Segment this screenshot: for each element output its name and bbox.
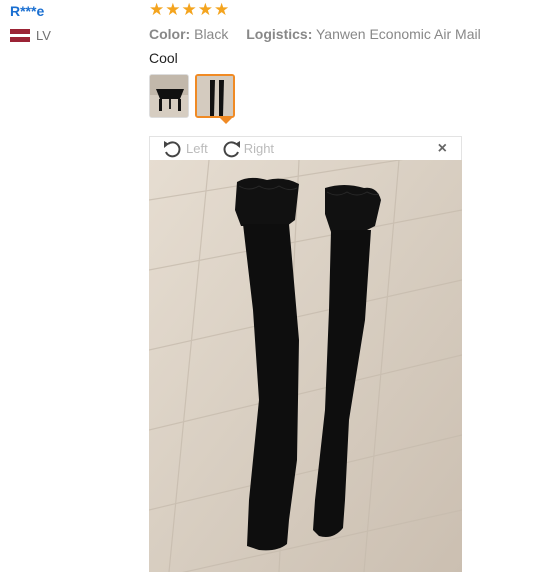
star-rating: ★ ★ ★ ★ ★ <box>149 0 549 20</box>
rotate-right-icon <box>223 140 240 157</box>
image-viewer: Left Right × <box>149 136 462 572</box>
reviewer-info: R***e LV <box>10 2 51 43</box>
review-text: Cool <box>149 50 178 66</box>
star-icon: ★ <box>181 0 197 19</box>
reviewer-name[interactable]: R***e <box>10 2 51 20</box>
rotate-right-button[interactable]: Right <box>220 139 274 159</box>
viewer-toolbar: Left Right × <box>149 136 462 160</box>
active-thumbnail-caret <box>220 118 232 124</box>
review-photo <box>149 160 462 572</box>
thumbnail-image-2[interactable] <box>195 74 235 118</box>
star-icon: ★ <box>165 0 181 19</box>
thumbnail-image-1[interactable] <box>149 74 189 118</box>
rotate-left-label: Left <box>186 141 208 156</box>
reviewer-country: LV <box>10 28 51 43</box>
logistics-label: Logistics: <box>246 26 313 42</box>
rotate-right-label: Right <box>243 141 275 156</box>
close-icon[interactable]: × <box>438 140 447 158</box>
star-icon: ★ <box>214 0 230 19</box>
logistics-value: Yanwen Economic Air Mail <box>316 26 481 42</box>
review-content: ★ ★ ★ ★ ★ Color: Black Logistics: Yanwen… <box>149 0 549 124</box>
country-code: LV <box>36 28 51 43</box>
rotate-left-icon <box>164 140 181 157</box>
review-thumbnails <box>149 74 549 124</box>
star-icon: ★ <box>197 0 213 19</box>
star-icon: ★ <box>149 0 165 19</box>
order-details: Color: Black Logistics: Yanwen Economic … <box>149 26 549 42</box>
color-label: Color: <box>149 26 191 42</box>
latvia-flag-icon <box>10 29 30 42</box>
rotate-left-button[interactable]: Left <box>162 139 208 159</box>
color-value: Black <box>194 26 229 42</box>
